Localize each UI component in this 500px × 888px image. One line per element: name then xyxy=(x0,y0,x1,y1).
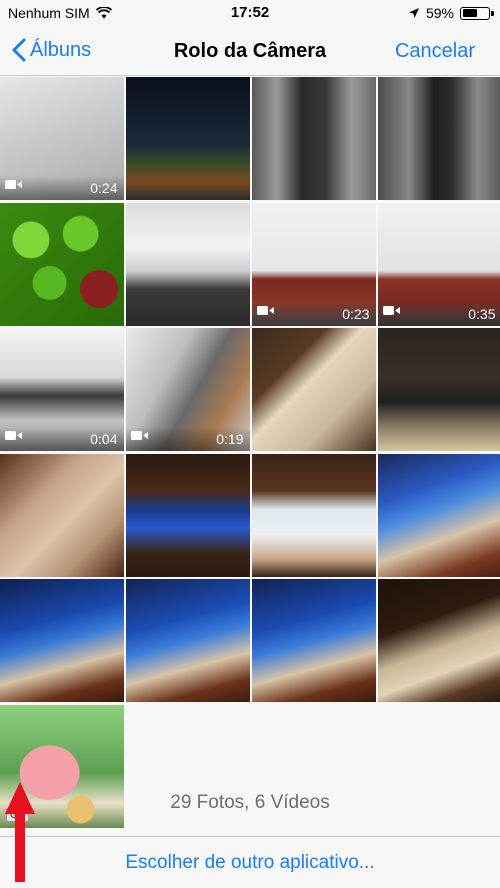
photo-thumbnail[interactable] xyxy=(252,453,376,577)
video-camera-icon xyxy=(383,303,401,321)
photo-thumbnail[interactable] xyxy=(252,579,376,702)
location-arrow-icon xyxy=(408,8,419,18)
photo-thumbnail[interactable] xyxy=(126,202,250,326)
battery-percent: 59% xyxy=(425,5,454,21)
video-thumbnail[interactable]: 0:24 xyxy=(0,77,124,200)
albums-back-button[interactable]: Álbuns xyxy=(12,38,91,62)
photo-thumbnail[interactable] xyxy=(378,579,500,702)
video-camera-icon xyxy=(5,177,23,195)
video-camera-icon xyxy=(131,428,149,446)
bottom-bar: Escolher de outro aplicativo... xyxy=(0,836,500,888)
video-overlay: 0:35 xyxy=(378,301,500,326)
video-overlay: 0:23 xyxy=(252,301,376,326)
video-overlay: 0:04 xyxy=(0,427,124,451)
photo-thumbnail[interactable] xyxy=(0,453,124,577)
video-camera-icon xyxy=(5,428,23,446)
status-bar: Nenhum SIM 17:52 59% xyxy=(0,0,500,28)
video-camera-icon xyxy=(257,303,275,321)
video-thumbnail[interactable]: 0:19 xyxy=(126,328,250,451)
albums-back-label: Álbuns xyxy=(30,38,92,61)
chevron-left-icon xyxy=(12,38,26,62)
red-arrow-annotation xyxy=(5,782,35,882)
photo-thumbnail[interactable] xyxy=(378,77,500,200)
video-duration: 0:19 xyxy=(216,431,244,447)
video-thumbnail[interactable]: 0:35 xyxy=(378,202,500,326)
video-thumbnail[interactable]: 0:04 xyxy=(0,328,124,451)
photo-thumbnail[interactable] xyxy=(126,77,250,200)
photo-thumbnail[interactable] xyxy=(378,328,500,451)
nav-bar: Álbuns Rolo da Câmera Cancelar xyxy=(0,28,500,76)
video-overlay: 0:19 xyxy=(126,427,250,451)
photo-thumbnail[interactable] xyxy=(0,202,124,326)
video-duration: 0:23 xyxy=(342,305,370,322)
video-duration: 0:24 xyxy=(90,180,118,196)
photo-grid: 0:240:230:350:040:19GIF xyxy=(0,77,500,828)
photo-thumbnail[interactable] xyxy=(126,453,250,577)
choose-other-app-button[interactable]: Escolher de outro aplicativo... xyxy=(0,852,500,874)
video-duration: 0:04 xyxy=(90,431,118,447)
battery-fill xyxy=(462,9,478,17)
photo-thumbnail[interactable] xyxy=(378,453,500,577)
photo-thumbnail[interactable] xyxy=(252,328,376,451)
battery-tip xyxy=(491,10,494,16)
photo-thumbnail[interactable] xyxy=(252,77,376,200)
status-right: 59% xyxy=(408,5,494,21)
cancel-button[interactable]: Cancelar xyxy=(395,40,475,63)
photo-video-count: 29 Fotos, 6 Vídeos xyxy=(170,792,330,813)
battery-icon xyxy=(460,6,494,20)
video-duration: 0:35 xyxy=(468,305,496,322)
video-overlay: 0:24 xyxy=(0,176,124,200)
photo-thumbnail[interactable] xyxy=(126,579,250,702)
video-thumbnail[interactable]: 0:23 xyxy=(252,202,376,326)
photo-thumbnail[interactable] xyxy=(0,579,124,702)
